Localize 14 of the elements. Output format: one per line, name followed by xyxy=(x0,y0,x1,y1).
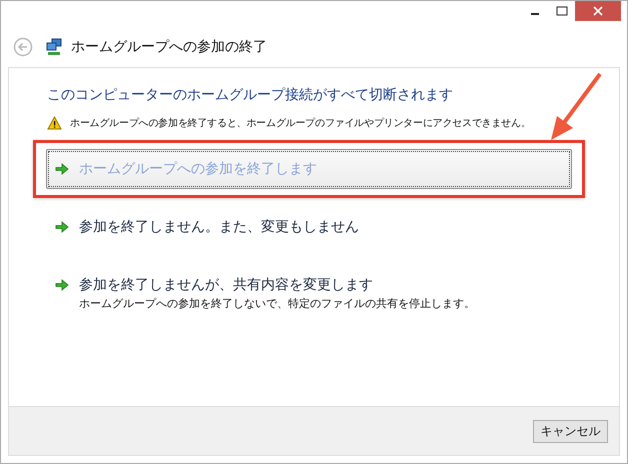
warning-text: ホームグループへの参加を終了すると、ホームグループのファイルやプリンターにアクセスできません。 xyxy=(70,116,531,130)
command-link[interactable]: 参加を終了しませんが、共有内容を変更します ホームグループへの参加を終了しないで、特定のファイルの共有を停止します。 xyxy=(46,265,572,322)
heading: このコンピューターのホームグループ接続がすべて切断されます xyxy=(47,86,454,104)
cancel-button[interactable]: キャンセル xyxy=(533,420,608,442)
network-computers-icon xyxy=(45,38,63,56)
close-button[interactable] xyxy=(575,1,621,21)
close-icon xyxy=(593,6,603,16)
arrow-icon xyxy=(55,221,69,233)
warning-icon xyxy=(47,116,62,130)
window-title: ホームグループへの参加の終了 xyxy=(71,38,267,56)
arrow-icon xyxy=(55,163,69,175)
arrow-icon xyxy=(55,279,69,291)
maximize-icon[interactable] xyxy=(556,6,568,16)
command-link[interactable]: 参加を終了しません。また、変更もしません xyxy=(46,207,572,247)
